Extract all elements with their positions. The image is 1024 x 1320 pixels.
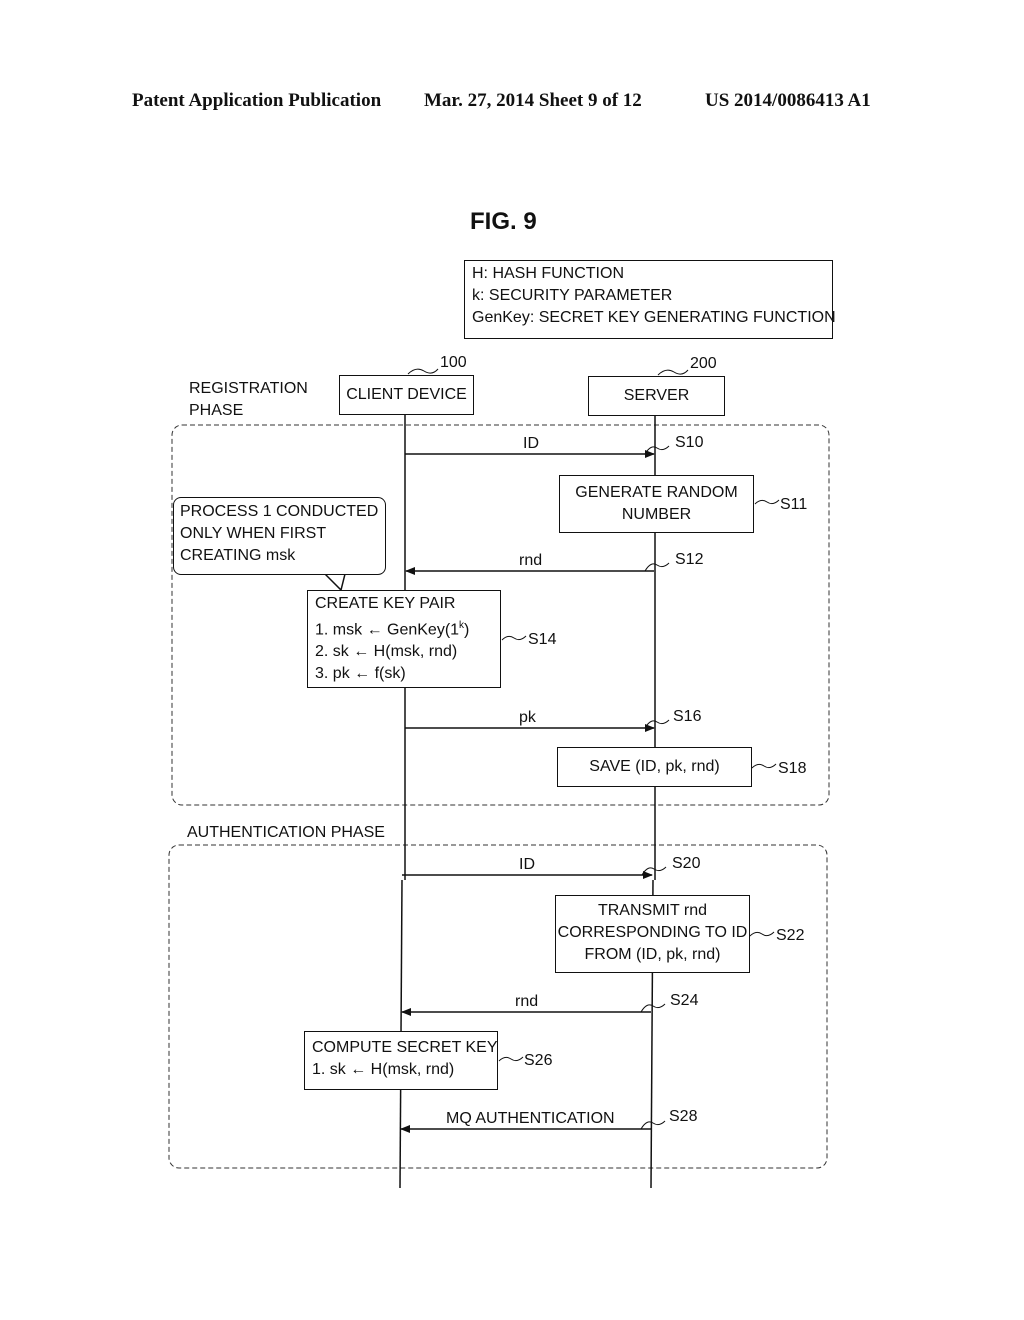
server-box: SERVER <box>588 376 725 416</box>
registration-phase-label-1: REGISTRATION <box>189 380 308 397</box>
client-device-box: CLIENT DEVICE <box>339 375 474 415</box>
client-device-label: CLIENT DEVICE <box>346 386 467 403</box>
message-s16: pk <box>519 709 536 726</box>
message-s10: ID <box>523 435 539 452</box>
legend-line-hash: H: HASH FUNCTION <box>472 265 624 282</box>
s26-line-1: COMPUTE SECRET KEY <box>312 1039 498 1056</box>
server-ref-number: 200 <box>690 355 717 372</box>
generate-random-number-box: GENERATE RANDOM NUMBER <box>559 475 754 533</box>
s14-line-3: 3. pk ← f(sk) <box>315 665 406 683</box>
step-label-s28: S28 <box>669 1108 698 1125</box>
s14-title: CREATE KEY PAIR <box>315 595 456 612</box>
legend-box: H: HASH FUNCTION k: SECURITY PARAMETER G… <box>464 260 836 339</box>
s22-line-3: FROM (ID, pk, rnd) <box>584 946 721 963</box>
s14-line-1: 1. msk ← GenKey(1k) <box>315 615 500 641</box>
message-s12: rnd <box>519 552 543 569</box>
note-line-2: ONLY WHEN FIRST <box>180 525 327 542</box>
s14-line-1-post: ) <box>464 621 470 639</box>
message-s28: MQ AUTHENTICATION <box>446 1110 615 1127</box>
client-ref-number: 100 <box>440 354 467 371</box>
create-key-pair-box: CREATE KEY PAIR 1. msk ← GenKey(1k) 2. s… <box>307 590 501 688</box>
registration-phase-label-2: PHASE <box>189 402 244 419</box>
note-callout: PROCESS 1 CONDUCTED ONLY WHEN FIRST CREA… <box>173 497 386 575</box>
s14-line-2: 2. sk ← H(msk, rnd) <box>315 643 458 661</box>
s11-line-1: GENERATE RANDOM <box>575 484 738 501</box>
note-line-1: PROCESS 1 CONDUCTED <box>180 503 379 520</box>
step-label-s18: S18 <box>778 760 807 777</box>
step-label-s11: S11 <box>780 496 808 513</box>
step-label-s24: S24 <box>670 992 699 1009</box>
s26-line-2: 1. sk ← H(msk, rnd) <box>312 1061 455 1078</box>
save-box: SAVE (ID, pk, rnd) <box>557 747 752 787</box>
s22-line-1: TRANSMIT rnd <box>597 902 708 919</box>
message-s24: rnd <box>515 993 539 1010</box>
step-label-s22: S22 <box>776 927 805 944</box>
s14-line-1-pre: 1. msk ← GenKey(1 <box>315 621 460 639</box>
compute-secret-key-box: COMPUTE SECRET KEY 1. sk ← H(msk, rnd) <box>304 1031 498 1090</box>
legend-line-k: k: SECURITY PARAMETER <box>472 287 673 304</box>
legend-line-genkey: GenKey: SECRET KEY GENERATING FUNCTION <box>472 309 836 326</box>
authentication-phase-label: AUTHENTICATION PHASE <box>187 824 385 841</box>
step-label-s16: S16 <box>673 708 702 725</box>
step-label-s20: S20 <box>672 855 701 872</box>
s22-line-2: CORRESPONDING TO ID <box>557 924 748 941</box>
transmit-rnd-box: TRANSMIT rnd CORRESPONDING TO ID FROM (I… <box>555 895 750 973</box>
message-s20: ID <box>519 856 535 873</box>
step-label-s10: S10 <box>675 434 704 451</box>
step-label-s12: S12 <box>675 551 704 568</box>
note-line-3: CREATING msk <box>180 547 296 564</box>
step-label-s14: S14 <box>528 631 557 648</box>
s18-text: SAVE (ID, pk, rnd) <box>589 758 720 775</box>
step-label-s26: S26 <box>524 1052 553 1069</box>
server-label: SERVER <box>623 387 690 404</box>
s11-line-2: NUMBER <box>621 506 692 523</box>
